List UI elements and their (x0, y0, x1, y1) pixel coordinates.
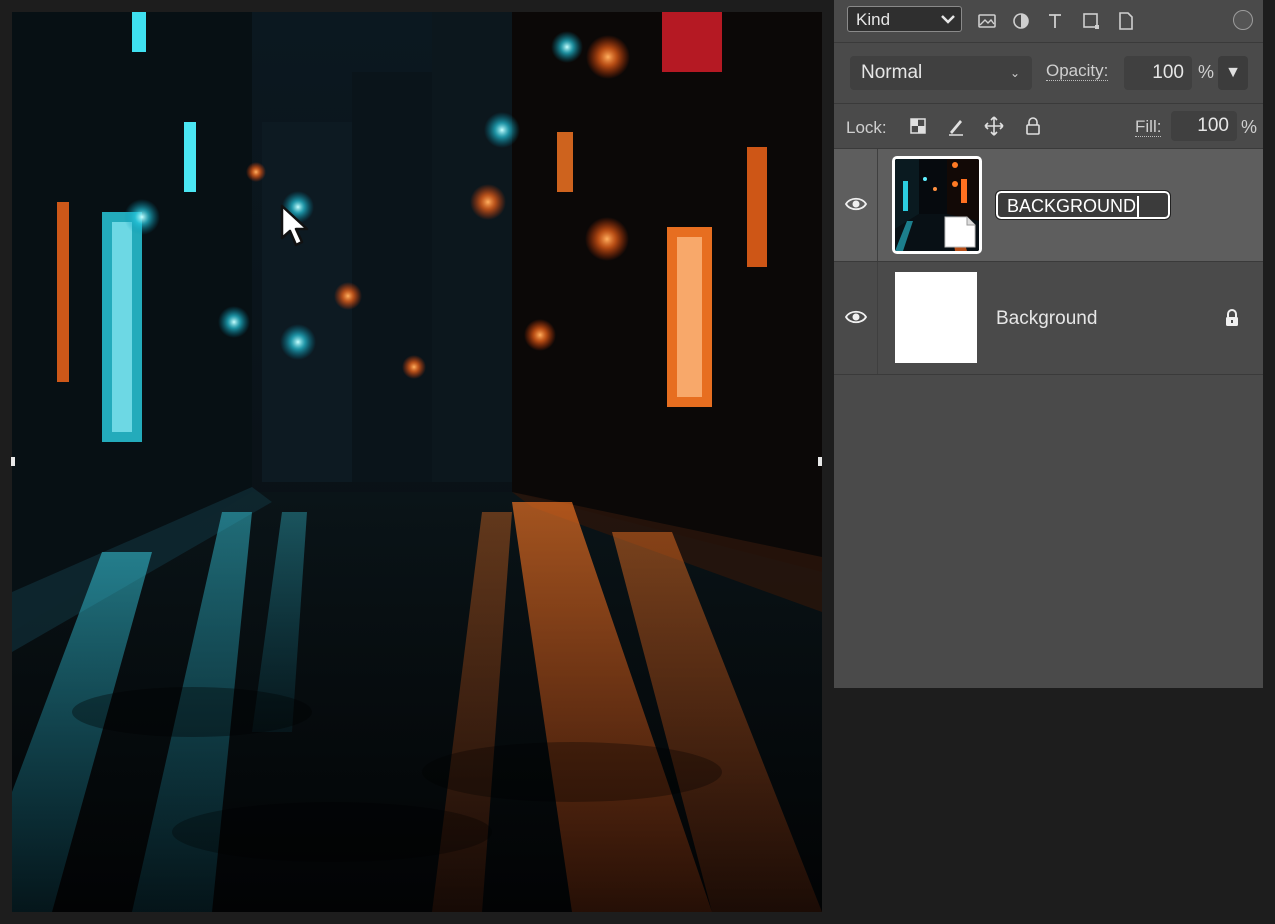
layer-filter-bar: Kind (834, 0, 1263, 43)
lock-position-icon[interactable] (984, 116, 1004, 136)
opacity-unit: % (1198, 62, 1215, 82)
blend-mode-value: Normal (861, 62, 923, 83)
lock-image-pixels-icon[interactable] (946, 116, 966, 136)
filter-kind-select[interactable]: Kind (847, 6, 962, 32)
lock-fill-bar: Lock: Fill: 100 % (834, 104, 1263, 149)
canvas-right-handle[interactable] (818, 457, 822, 466)
opacity-dropdown-button[interactable]: ▼ (1218, 56, 1248, 90)
blend-opacity-bar: Normal ⌄ Opacity: 100 % ▼ (834, 43, 1263, 104)
canvas-left-handle[interactable] (11, 457, 15, 466)
layer-thumbnail[interactable] (895, 272, 977, 363)
opacity-input[interactable]: 100 (1124, 56, 1192, 90)
canvas-image-night-street (12, 12, 822, 912)
adjustment-filter-icon[interactable] (1011, 11, 1031, 31)
opacity-label[interactable]: Opacity: (1046, 62, 1109, 81)
eye-icon (845, 310, 867, 324)
chevron-down-icon: ⌄ (1009, 66, 1020, 80)
filter-toggle-icon[interactable] (1233, 10, 1253, 30)
fill-unit: % (1241, 117, 1258, 137)
layer-thumbnail[interactable] (892, 156, 982, 254)
chevron-down-icon (941, 15, 955, 24)
layer-row-selected[interactable]: BACKGROUND (834, 149, 1263, 262)
layer-row-background[interactable]: Background (834, 262, 1263, 375)
fill-input[interactable]: 100 (1171, 111, 1237, 141)
fill-label[interactable]: Fill: (1135, 118, 1162, 137)
lock-all-icon[interactable] (1023, 116, 1043, 136)
layer-visibility-toggle[interactable] (834, 149, 878, 261)
mouse-pointer-icon (280, 204, 309, 247)
smart-object-filter-icon[interactable] (1116, 11, 1136, 31)
image-filter-icon[interactable] (977, 11, 997, 31)
lock-transparent-pixels-icon[interactable] (908, 116, 928, 136)
triangle-down-icon: ▼ (1225, 64, 1241, 81)
document-canvas[interactable] (12, 12, 822, 912)
layer-name: Background (996, 308, 1098, 329)
eye-icon (845, 197, 867, 211)
filter-kind-label: Kind (856, 10, 891, 29)
smart-object-badge-icon (944, 216, 976, 248)
layer-name-input[interactable]: BACKGROUND (995, 190, 1171, 220)
lock-label: Lock: (846, 118, 887, 137)
blend-mode-select[interactable]: Normal ⌄ (850, 56, 1032, 90)
layers-panel: Kind Normal ⌄ Opacity: 100 % ▼ Lock: Fil… (834, 0, 1263, 688)
lock-icon[interactable] (1225, 309, 1239, 327)
type-filter-icon[interactable] (1045, 11, 1065, 31)
layer-visibility-toggle[interactable] (834, 262, 878, 374)
shape-filter-icon[interactable] (1081, 11, 1101, 31)
layer-name-edit-text: BACKGROUND (1007, 196, 1140, 217)
